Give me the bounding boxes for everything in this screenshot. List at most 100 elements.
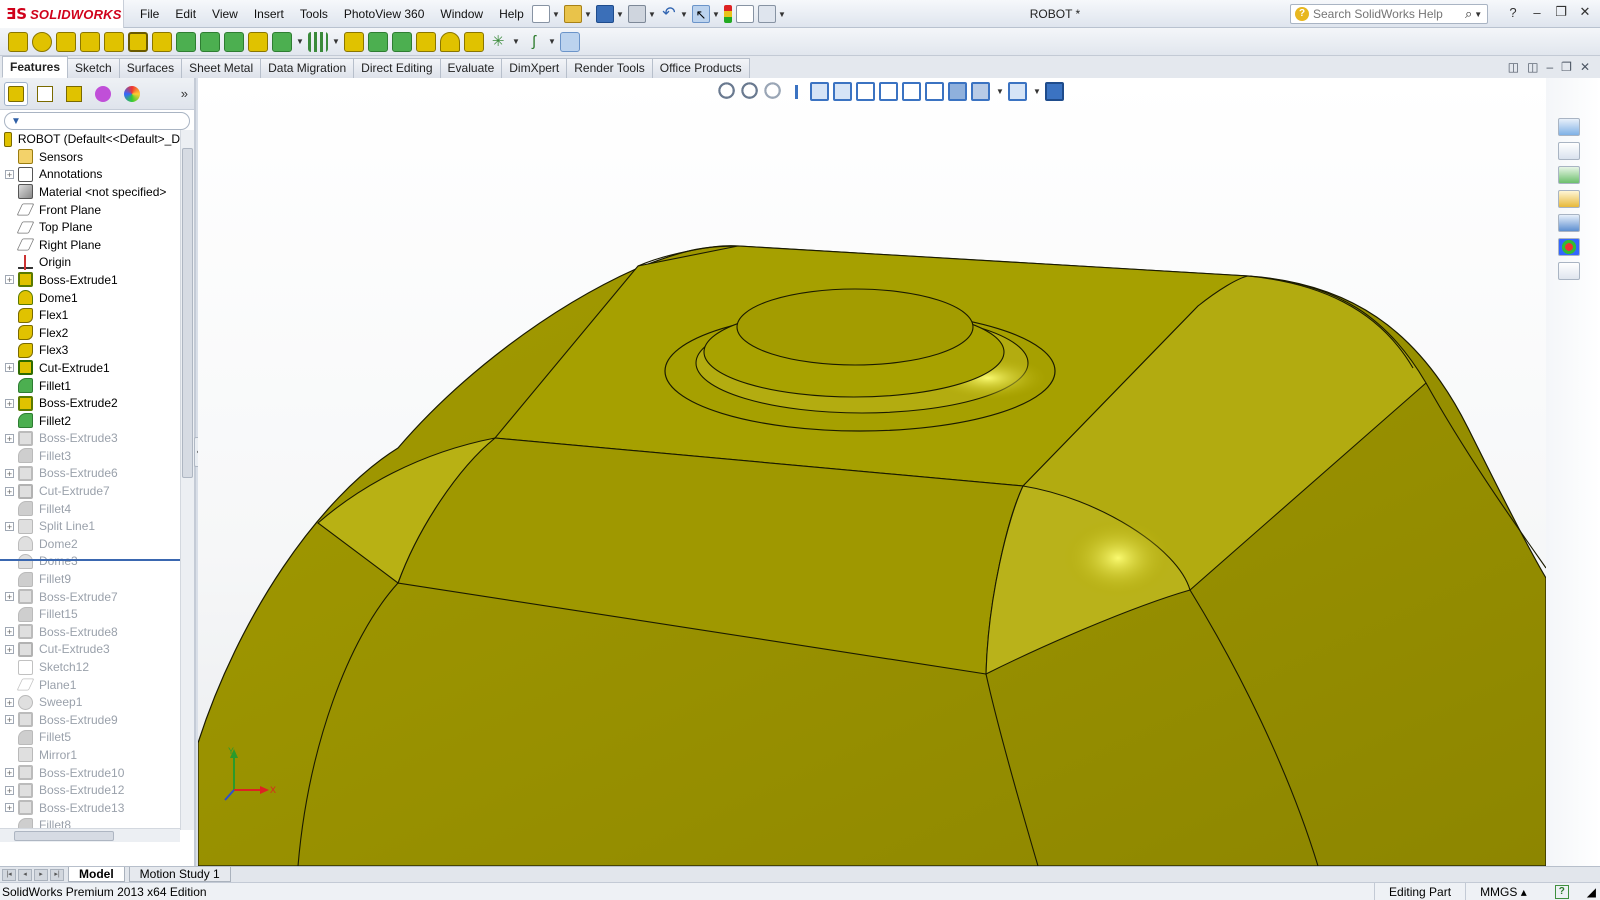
expand-plus-icon[interactable]: + xyxy=(5,398,14,408)
expand-plus-icon[interactable]: + xyxy=(5,768,14,778)
resize-grip-icon[interactable]: ◢ xyxy=(1583,883,1600,900)
tab-data-migration[interactable]: Data Migration xyxy=(260,58,355,78)
hole-wizard-icon[interactable] xyxy=(152,31,172,52)
expand-plus-icon[interactable]: + xyxy=(5,697,14,707)
expand-chevron-icon[interactable]: » xyxy=(181,86,188,101)
tab-motion-study[interactable]: Motion Study 1 xyxy=(128,867,231,882)
rebuild-button[interactable] xyxy=(724,4,732,24)
tree-item[interactable]: + Boss-Extrude1 xyxy=(0,271,180,289)
dropdown-arrow-icon[interactable]: ▼ xyxy=(332,37,340,46)
help-icon[interactable]: ? xyxy=(1506,5,1520,20)
menu-photoview[interactable]: PhotoView 360 xyxy=(336,0,433,28)
lofted-cut-icon[interactable] xyxy=(224,31,244,52)
tree-item[interactable]: + Annotations xyxy=(0,166,180,184)
tree-item[interactable]: + Cut-Extrude1 xyxy=(0,359,180,377)
revolved-boss-icon[interactable] xyxy=(32,31,52,52)
solidworks-logo[interactable]: ƎS SOLIDWORKS xyxy=(0,0,124,28)
view-right-icon[interactable] xyxy=(879,82,898,101)
tree-item[interactable]: + Cut-Extrude3 xyxy=(0,641,180,659)
rollback-bar[interactable] xyxy=(0,559,180,561)
tree-item[interactable]: + Split Line1 xyxy=(0,517,180,535)
tree-item[interactable]: Sensors xyxy=(0,148,180,166)
boundary-cut-icon[interactable] xyxy=(248,31,268,52)
expand-plus-icon[interactable]: + xyxy=(5,785,14,795)
menu-view[interactable]: View xyxy=(204,0,246,28)
tree-item[interactable]: Flex3 xyxy=(0,342,180,360)
lofted-boss-icon[interactable] xyxy=(80,31,100,52)
tree-item[interactable]: Fillet9 xyxy=(0,570,180,588)
expand-plus-icon[interactable]: + xyxy=(5,363,14,373)
draft-icon[interactable] xyxy=(368,31,388,52)
unit-system[interactable]: MMGS ▴ xyxy=(1465,882,1541,900)
instant3d-icon[interactable] xyxy=(560,31,580,52)
display-manager-tab[interactable] xyxy=(120,82,144,106)
zoom-to-area-icon[interactable] xyxy=(741,82,760,101)
solidworks-resources-icon[interactable] xyxy=(1558,118,1580,136)
menu-tools[interactable]: Tools xyxy=(292,0,336,28)
tree-item[interactable]: + Boss-Extrude7 xyxy=(0,588,180,606)
tree-item[interactable]: Flex2 xyxy=(0,324,180,342)
tab-evaluate[interactable]: Evaluate xyxy=(439,58,503,78)
wrap-icon[interactable] xyxy=(416,31,436,52)
save-button[interactable]: ▼ xyxy=(596,4,624,24)
tree-item[interactable]: Dome3 xyxy=(0,553,180,571)
last-tab-icon[interactable]: ▸| xyxy=(50,868,64,881)
previous-view-icon[interactable] xyxy=(764,82,783,101)
tree-item[interactable]: Fillet5 xyxy=(0,729,180,747)
home-icon[interactable] xyxy=(1558,142,1580,160)
expand-plus-icon[interactable]: + xyxy=(5,169,14,179)
property-manager-tab[interactable] xyxy=(33,82,57,106)
swept-boss-icon[interactable] xyxy=(56,31,76,52)
next-tab-icon[interactable]: ▸ xyxy=(34,868,48,881)
first-tab-icon[interactable]: |◂ xyxy=(2,868,16,881)
tree-filter[interactable]: ▼ xyxy=(4,112,190,130)
zoom-to-fit-icon[interactable] xyxy=(718,82,737,101)
reference-geometry-icon[interactable]: ✳ xyxy=(488,32,508,52)
configuration-manager-tab[interactable] xyxy=(62,82,86,106)
close-icon[interactable]: ✕ xyxy=(1578,4,1592,20)
expand-plus-icon[interactable]: + xyxy=(5,715,14,725)
quick-tips-icon[interactable]: ? xyxy=(1554,884,1569,899)
restore-icon[interactable]: ❐ xyxy=(1554,4,1568,20)
doc-restore-icon[interactable]: ❐ xyxy=(1561,60,1572,74)
tree-horizontal-scrollbar[interactable] xyxy=(0,828,180,842)
revolved-cut-icon[interactable] xyxy=(176,31,196,52)
expand-plus-icon[interactable]: + xyxy=(5,627,14,637)
appearances-icon[interactable] xyxy=(1558,238,1580,256)
doc-close-icon[interactable]: ✕ xyxy=(1580,60,1590,74)
tab-direct-editing[interactable]: Direct Editing xyxy=(353,58,441,78)
tree-item[interactable]: Fillet3 xyxy=(0,447,180,465)
tree-item[interactable]: Plane1 xyxy=(0,676,180,694)
search-icon[interactable]: ⌕ xyxy=(1465,6,1472,22)
tab-features[interactable]: Features xyxy=(2,56,69,78)
feature-manager-tab[interactable] xyxy=(4,81,28,106)
view-top-icon[interactable] xyxy=(902,82,921,101)
file-properties-button[interactable] xyxy=(736,4,754,24)
scroll-thumb[interactable] xyxy=(182,148,193,478)
tab-sketch[interactable]: Sketch xyxy=(67,58,120,78)
dropdown-arrow-icon[interactable]: ▼ xyxy=(1033,87,1041,96)
view-left-icon[interactable] xyxy=(856,82,875,101)
shell-icon[interactable] xyxy=(392,31,412,52)
tree-item[interactable]: Fillet2 xyxy=(0,412,180,430)
tab-surfaces[interactable]: Surfaces xyxy=(118,58,183,78)
tree-root[interactable]: ROBOT (Default<<Default>_D xyxy=(0,130,180,148)
section-view-icon[interactable] xyxy=(787,82,806,101)
graphics-area[interactable]: ▼ ▼ Y X xyxy=(198,78,1546,866)
dropdown-arrow-icon[interactable]: ▼ xyxy=(548,37,556,46)
expand-plus-icon[interactable]: + xyxy=(5,521,14,531)
dropdown-arrow-icon[interactable]: ▼ xyxy=(512,37,520,46)
tree-item[interactable]: Origin xyxy=(0,254,180,272)
extruded-cut-icon[interactable] xyxy=(128,31,148,52)
dome-icon[interactable] xyxy=(440,31,460,52)
expand-plus-icon[interactable]: + xyxy=(5,486,14,496)
expand-plus-icon[interactable]: + xyxy=(5,433,14,443)
tree-item[interactable]: + Boss-Extrude8 xyxy=(0,623,180,641)
tree-item[interactable]: + Sweep1 xyxy=(0,693,180,711)
new-document-button[interactable]: ▼ xyxy=(532,4,560,24)
prev-tab-icon[interactable]: ◂ xyxy=(18,868,32,881)
expand-plus-icon[interactable]: + xyxy=(5,468,14,478)
select-button[interactable]: ↖ ▼ xyxy=(692,4,720,24)
scroll-thumb[interactable] xyxy=(14,831,114,841)
edit-appearance-icon[interactable] xyxy=(1045,82,1064,101)
